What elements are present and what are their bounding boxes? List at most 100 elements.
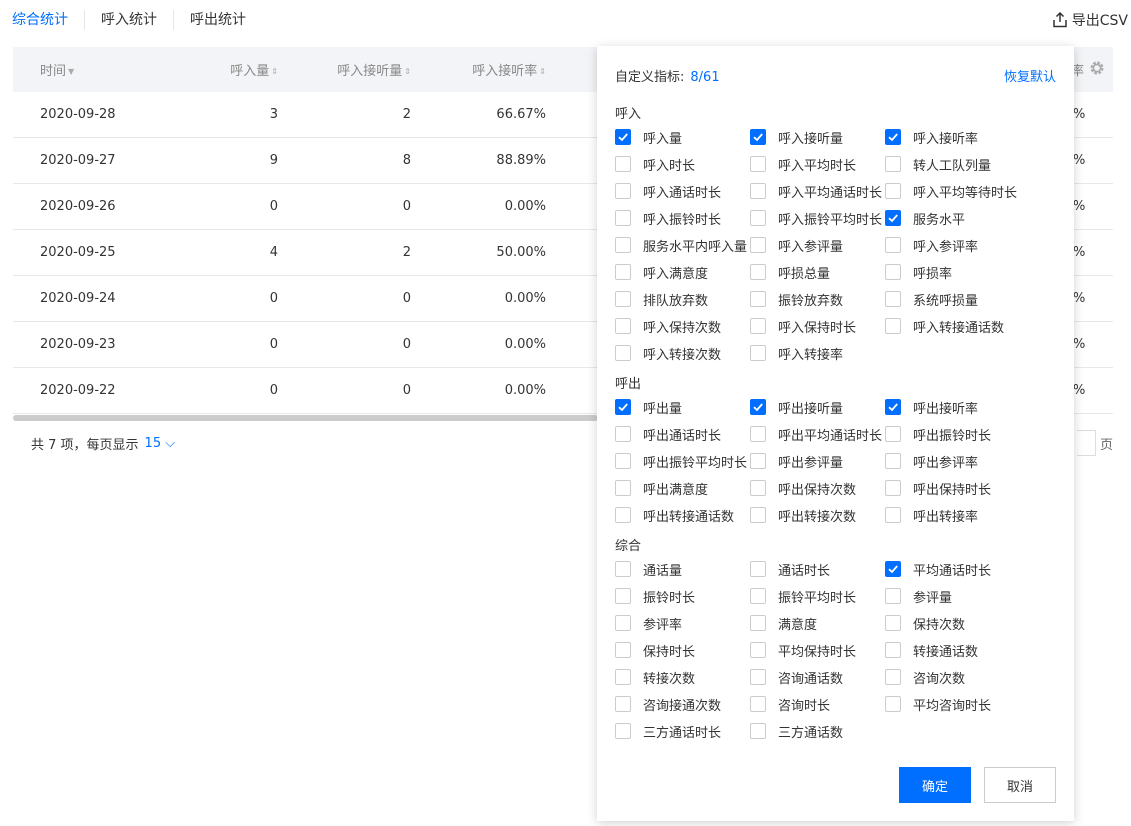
metric-checkbox[interactable]: 咨询接通次数 — [615, 696, 721, 714]
metric-checkbox[interactable]: 三方通话数 — [750, 723, 843, 741]
checkbox-unchecked-icon[interactable] — [750, 507, 766, 523]
checkbox-unchecked-icon[interactable] — [750, 183, 766, 199]
checkbox-unchecked-icon[interactable] — [615, 480, 631, 496]
metric-checkbox[interactable]: 呼损率 — [885, 264, 952, 282]
metric-checkbox[interactable]: 系统呼损量 — [885, 291, 978, 309]
metric-checkbox[interactable]: 呼出通话时长 — [615, 426, 721, 444]
metric-checkbox[interactable]: 呼出振铃时长 — [885, 426, 991, 444]
checkbox-unchecked-icon[interactable] — [615, 669, 631, 685]
metric-checkbox[interactable]: 呼入接听量 — [750, 129, 843, 147]
checkbox-unchecked-icon[interactable] — [750, 210, 766, 226]
tab-overall-stats[interactable]: 综合统计 — [0, 10, 85, 30]
metric-checkbox[interactable]: 呼出保持次数 — [750, 480, 856, 498]
metric-checkbox[interactable]: 呼出满意度 — [615, 480, 708, 498]
metric-checkbox[interactable]: 呼入平均通话时长 — [750, 183, 882, 201]
checkbox-unchecked-icon[interactable] — [885, 588, 901, 604]
checkbox-unchecked-icon[interactable] — [885, 507, 901, 523]
checkbox-unchecked-icon[interactable] — [885, 156, 901, 172]
metric-checkbox[interactable]: 呼出参评量 — [750, 453, 843, 471]
checkbox-unchecked-icon[interactable] — [750, 615, 766, 631]
metric-checkbox[interactable]: 呼入转接通话数 — [885, 318, 1004, 336]
checkbox-unchecked-icon[interactable] — [885, 291, 901, 307]
metric-checkbox[interactable]: 呼入保持次数 — [615, 318, 721, 336]
checkbox-checked-icon[interactable] — [750, 129, 766, 145]
checkbox-unchecked-icon[interactable] — [750, 237, 766, 253]
metric-checkbox[interactable]: 保持时长 — [615, 642, 695, 660]
tab-inbound-stats[interactable]: 呼入统计 — [85, 10, 174, 30]
metric-checkbox[interactable]: 参评率 — [615, 615, 682, 633]
metric-checkbox[interactable]: 呼入平均时长 — [750, 156, 856, 174]
metric-checkbox[interactable]: 振铃时长 — [615, 588, 695, 606]
metric-checkbox[interactable]: 呼入时长 — [615, 156, 695, 174]
header-inbound-count[interactable]: 呼入量 ⇕ — [230, 60, 278, 79]
metric-checkbox[interactable]: 呼出量 — [615, 399, 682, 417]
checkbox-unchecked-icon[interactable] — [885, 453, 901, 469]
checkbox-unchecked-icon[interactable] — [885, 264, 901, 280]
cancel-button[interactable]: 取消 — [984, 767, 1056, 803]
checkbox-unchecked-icon[interactable] — [885, 615, 901, 631]
metric-checkbox[interactable]: 通话量 — [615, 561, 682, 579]
metric-checkbox[interactable]: 振铃放弃数 — [750, 291, 843, 309]
checkbox-unchecked-icon[interactable] — [750, 291, 766, 307]
checkbox-unchecked-icon[interactable] — [615, 561, 631, 577]
checkbox-unchecked-icon[interactable] — [885, 237, 901, 253]
checkbox-unchecked-icon[interactable] — [615, 723, 631, 739]
metric-checkbox[interactable]: 呼出接听率 — [885, 399, 978, 417]
confirm-button[interactable]: 确定 — [899, 767, 971, 803]
checkbox-unchecked-icon[interactable] — [750, 588, 766, 604]
checkbox-unchecked-icon[interactable] — [885, 318, 901, 334]
checkbox-unchecked-icon[interactable] — [615, 696, 631, 712]
checkbox-checked-icon[interactable] — [885, 399, 901, 415]
metric-checkbox[interactable]: 转接通话数 — [885, 642, 978, 660]
checkbox-unchecked-icon[interactable] — [750, 723, 766, 739]
metric-checkbox[interactable]: 呼入平均等待时长 — [885, 183, 1017, 201]
checkbox-unchecked-icon[interactable] — [885, 669, 901, 685]
metric-checkbox[interactable]: 呼出接听量 — [750, 399, 843, 417]
metric-checkbox[interactable]: 呼入参评量 — [750, 237, 843, 255]
metric-checkbox[interactable]: 呼出保持时长 — [885, 480, 991, 498]
checkbox-checked-icon[interactable] — [750, 399, 766, 415]
tab-outbound-stats[interactable]: 呼出统计 — [174, 10, 262, 30]
horizontal-scrollbar[interactable] — [13, 415, 598, 421]
header-inbound-answer-rate[interactable]: 呼入接听率 ⇕ — [472, 60, 546, 79]
metric-checkbox[interactable]: 呼出振铃平均时长 — [615, 453, 747, 471]
metric-checkbox[interactable]: 呼入转接率 — [750, 345, 843, 363]
metric-checkbox[interactable]: 呼出转接通话数 — [615, 507, 734, 525]
checkbox-unchecked-icon[interactable] — [750, 264, 766, 280]
checkbox-unchecked-icon[interactable] — [615, 615, 631, 631]
metric-checkbox[interactable]: 转人工队列量 — [885, 156, 991, 174]
metric-checkbox[interactable]: 平均咨询时长 — [885, 696, 991, 714]
metric-checkbox[interactable]: 呼入保持时长 — [750, 318, 856, 336]
metric-checkbox[interactable]: 呼出转接次数 — [750, 507, 856, 525]
checkbox-unchecked-icon[interactable] — [750, 453, 766, 469]
page-size-select[interactable]: 15 ⌵ — [145, 436, 176, 451]
checkbox-unchecked-icon[interactable] — [885, 183, 901, 199]
metric-checkbox[interactable]: 呼入通话时长 — [615, 183, 721, 201]
metric-checkbox[interactable]: 呼入振铃平均时长 — [750, 210, 882, 228]
checkbox-unchecked-icon[interactable] — [615, 345, 631, 361]
checkbox-unchecked-icon[interactable] — [615, 453, 631, 469]
checkbox-unchecked-icon[interactable] — [750, 561, 766, 577]
checkbox-unchecked-icon[interactable] — [615, 183, 631, 199]
metric-checkbox[interactable]: 呼出参评率 — [885, 453, 978, 471]
checkbox-unchecked-icon[interactable] — [615, 291, 631, 307]
header-time[interactable]: 时间 ▼ — [40, 60, 74, 79]
metric-checkbox[interactable]: 平均保持时长 — [750, 642, 856, 660]
metric-checkbox[interactable]: 呼入参评率 — [885, 237, 978, 255]
header-inbound-answered[interactable]: 呼入接听量 ⇕ — [337, 60, 411, 79]
metric-checkbox[interactable]: 转接次数 — [615, 669, 695, 687]
restore-default-link[interactable]: 恢复默认 — [1004, 66, 1056, 85]
checkbox-checked-icon[interactable] — [615, 399, 631, 415]
checkbox-checked-icon[interactable] — [885, 561, 901, 577]
checkbox-unchecked-icon[interactable] — [615, 507, 631, 523]
metric-checkbox[interactable]: 呼损总量 — [750, 264, 830, 282]
checkbox-unchecked-icon[interactable] — [615, 264, 631, 280]
checkbox-unchecked-icon[interactable] — [615, 237, 631, 253]
metric-checkbox[interactable]: 保持次数 — [885, 615, 965, 633]
checkbox-unchecked-icon[interactable] — [750, 426, 766, 442]
checkbox-unchecked-icon[interactable] — [615, 426, 631, 442]
export-csv-button[interactable]: 导出CSV — [1052, 10, 1128, 30]
metric-checkbox[interactable]: 排队放弃数 — [615, 291, 708, 309]
metric-checkbox[interactable]: 呼入接听率 — [885, 129, 978, 147]
checkbox-unchecked-icon[interactable] — [885, 696, 901, 712]
